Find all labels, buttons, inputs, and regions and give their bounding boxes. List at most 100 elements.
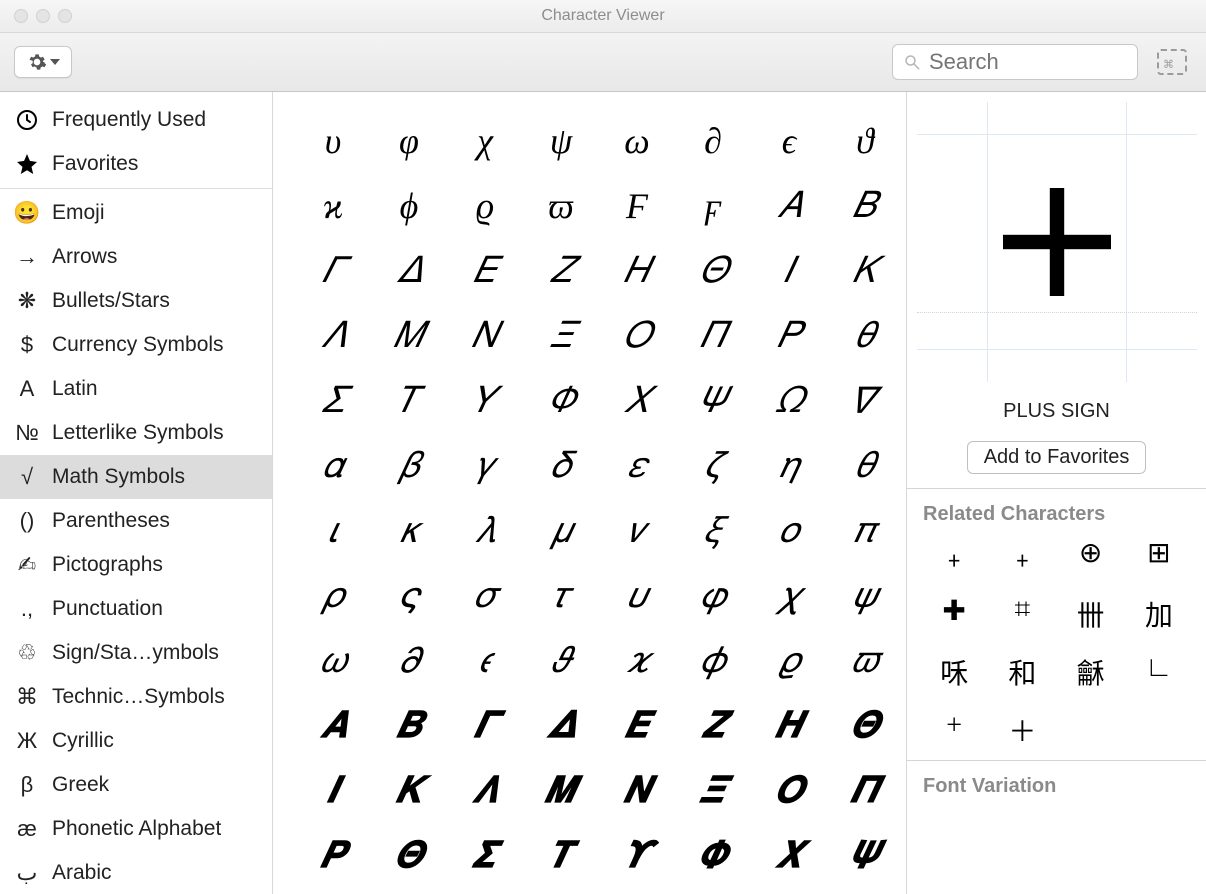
glyph-cell[interactable]: 𝜁 xyxy=(705,444,721,487)
glyph-cell[interactable]: 𝛪 xyxy=(784,249,794,292)
glyph-cell[interactable]: φ xyxy=(399,120,419,162)
glyph-cell[interactable]: 𝛸 xyxy=(624,379,650,422)
glyph-cell[interactable]: 𝜟 xyxy=(547,704,574,747)
glyph-cell[interactable]: 𝜒 xyxy=(779,574,799,617)
related-glyph[interactable]: 卌 xyxy=(1060,594,1122,634)
glyph-cell[interactable]: 𝜧 xyxy=(545,769,577,812)
glyph-cell[interactable]: 𝛵 xyxy=(398,379,421,422)
related-glyph[interactable]: 咊 xyxy=(923,652,985,692)
glyph-cell[interactable]: 𝜞 xyxy=(474,704,495,747)
glyph-cell[interactable]: 𝜗 xyxy=(551,639,571,682)
related-glyph[interactable]: ⌗ xyxy=(991,594,1053,634)
related-glyph[interactable]: ﹢ xyxy=(991,536,1053,576)
search-input[interactable] xyxy=(929,49,1127,75)
glyph-cell[interactable]: 𝜙 xyxy=(700,639,725,682)
glyph-cell[interactable]: 𝜋 xyxy=(854,509,875,552)
glyph-cell[interactable]: 𝜃 xyxy=(856,314,874,357)
glyph-cell[interactable]: 𝜈 xyxy=(628,509,646,552)
glyph-cell[interactable]: 𝛨 xyxy=(624,249,650,292)
glyph-cell[interactable]: 𝛮 xyxy=(472,314,498,357)
glyph-cell[interactable]: 𝜃 xyxy=(856,444,874,487)
glyph-cell[interactable]: 𝛼 xyxy=(323,444,344,487)
glyph-cell[interactable]: 𝜨 xyxy=(624,769,650,812)
glyph-cell[interactable]: 𝛧 xyxy=(550,249,572,292)
sidebar-item-parentheses[interactable]: ()Parentheses xyxy=(0,499,272,543)
glyph-cell[interactable]: ∂ xyxy=(704,120,722,162)
glyph-cell[interactable]: 𝜖 xyxy=(479,639,490,682)
glyph-cell[interactable]: 𝛬 xyxy=(321,314,345,357)
glyph-cell[interactable]: 𝜑 xyxy=(700,574,726,617)
glyph-cell[interactable]: 𝜳 xyxy=(850,834,880,877)
glyph-cell[interactable]: 𝜅 xyxy=(400,509,418,552)
search-box[interactable] xyxy=(892,44,1138,80)
glyph-cell[interactable]: 𝜎 xyxy=(474,574,496,617)
glyph-cell[interactable]: 𝜕 xyxy=(399,639,419,682)
related-glyph[interactable]: ＋ xyxy=(991,710,1053,750)
sidebar-item-punctuation[interactable]: .,Punctuation xyxy=(0,587,272,631)
glyph-cell[interactable]: 𝜩 xyxy=(700,769,726,812)
glyph-cell[interactable]: 𝜰 xyxy=(624,834,651,877)
glyph-cell[interactable]: 𝜜 xyxy=(321,704,345,747)
glyph-cell[interactable]: 𝜥 xyxy=(396,769,422,812)
sidebar-item-favorites[interactable]: Favorites xyxy=(0,142,272,186)
sidebar-item-cyrillic[interactable]: ЖCyrillic xyxy=(0,719,272,763)
glyph-cell[interactable]: 𝛦 xyxy=(474,249,497,292)
glyph-cell[interactable]: 𝛽 xyxy=(399,444,419,487)
related-glyph[interactable]: ✚ xyxy=(923,594,985,634)
related-glyph[interactable]: ⊕ xyxy=(1060,536,1122,576)
glyph-cell[interactable]: 𝜄 xyxy=(328,509,338,552)
glyph-cell[interactable]: υ xyxy=(325,120,342,162)
glyph-cell[interactable]: 𝜏 xyxy=(552,574,570,617)
add-to-favorites-button[interactable]: Add to Favorites xyxy=(967,441,1147,474)
glyph-cell[interactable]: 𝜯 xyxy=(550,834,572,877)
glyph-cell[interactable]: 𝛹 xyxy=(699,379,726,422)
glyph-cell[interactable]: 𝜦 xyxy=(473,769,497,812)
glyph-cell[interactable]: 𝛰 xyxy=(623,314,651,357)
glyph-cell[interactable]: 𝛴 xyxy=(322,379,345,422)
glyph-cell[interactable]: 𝜫 xyxy=(851,769,879,812)
sidebar-item-frequently-used[interactable]: Frequently Used xyxy=(0,98,272,142)
related-glyph[interactable]: 和 xyxy=(991,652,1053,692)
glyph-cell[interactable]: 𝜝 xyxy=(397,704,421,747)
glyph-cell[interactable]: 𝛶 xyxy=(473,379,497,422)
sidebar-item-phonetic-alphabet[interactable]: æPhonetic Alphabet xyxy=(0,807,272,851)
glyph-cell[interactable]: 𝛯 xyxy=(550,314,573,357)
sidebar-item-arabic[interactable]: بArabic xyxy=(0,851,272,894)
glyph-cell[interactable]: 𝛤 xyxy=(322,249,343,292)
sidebar-item-technic-symbols[interactable]: ⌘Technic…Symbols xyxy=(0,675,272,719)
related-glyph[interactable]: ∟ xyxy=(1128,652,1190,692)
sidebar-item-letterlike-symbols[interactable]: №Letterlike Symbols xyxy=(0,411,272,455)
sidebar-item-currency-symbols[interactable]: $Currency Symbols xyxy=(0,323,272,367)
glyph-cell[interactable]: 𝜱 xyxy=(698,834,727,877)
glyph-cell[interactable]: ϝ xyxy=(705,185,722,227)
glyph-cell[interactable]: 𝛭 xyxy=(394,314,424,357)
glyph-cell[interactable]: 𝜍 xyxy=(399,574,418,617)
sidebar-item-bullets-stars[interactable]: ❋Bullets/Stars xyxy=(0,279,272,323)
close-window-button[interactable] xyxy=(14,9,28,23)
glyph-cell[interactable]: 𝛺 xyxy=(775,379,802,422)
glyph-cell[interactable]: 𝛲 xyxy=(777,314,801,357)
glyph-cell[interactable]: 𝜓 xyxy=(852,574,877,617)
related-glyph[interactable]: 加 xyxy=(1128,594,1190,634)
related-glyph[interactable]: 龢 xyxy=(1060,652,1122,692)
glyph-cell[interactable]: 𝛫 xyxy=(853,249,877,292)
glyph-cell[interactable]: 𝛢 xyxy=(777,184,801,227)
glyph-cell[interactable]: ϖ xyxy=(548,185,573,227)
glyph-cell[interactable]: 𝛱 xyxy=(700,314,726,357)
glyph-cell[interactable]: 𝜐 xyxy=(627,574,647,617)
related-glyph[interactable]: ﹢ xyxy=(923,536,985,576)
glyph-cell[interactable]: 𝜡 xyxy=(702,704,724,747)
glyph-cell[interactable]: ω xyxy=(624,120,649,162)
glyph-cell[interactable]: 𝜀 xyxy=(628,444,646,487)
character-grid[interactable]: υφχψω∂ϵϑϰϕϱϖϜϝ𝛢𝛣𝛤𝛥𝛦𝛧𝛨𝛩𝛪𝛫𝛬𝛭𝛮𝛯𝛰𝛱𝛲𝜃𝛴𝛵𝛶𝛷𝛸𝛹𝛺𝛻… xyxy=(273,92,906,894)
glyph-cell[interactable]: 𝜪 xyxy=(775,769,803,812)
sidebar-item-pictographs[interactable]: ✍︎Pictographs xyxy=(0,543,272,587)
glyph-cell[interactable]: 𝜮 xyxy=(472,834,497,877)
related-glyph[interactable]: ⊞ xyxy=(1128,536,1190,576)
glyph-cell[interactable]: 𝜆 xyxy=(475,509,495,552)
glyph-cell[interactable]: 𝜣 xyxy=(850,704,881,747)
glyph-cell[interactable]: ϑ xyxy=(856,120,874,162)
glyph-cell[interactable]: 𝛾 xyxy=(476,444,495,487)
glyph-cell[interactable]: 𝜚 xyxy=(779,639,800,682)
glyph-cell[interactable]: 𝜣 xyxy=(394,834,425,877)
